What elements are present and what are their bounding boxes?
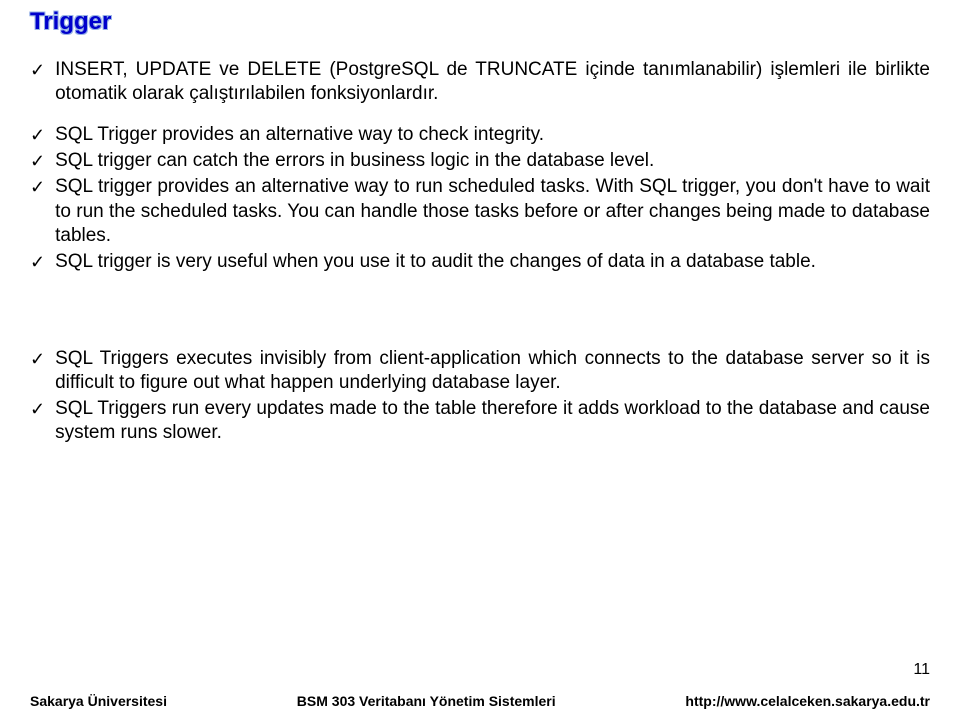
list-item: ✓ SQL Triggers run every updates made to… <box>30 397 930 446</box>
list-item: ✓ SQL Triggers executes invisibly from c… <box>30 347 930 396</box>
list-item: ✓ SQL trigger provides an alternative wa… <box>30 175 930 248</box>
bullet-group-1: ✓ INSERT, UPDATE ve DELETE (PostgreSQL d… <box>30 58 930 107</box>
page-number: 11 <box>913 661 930 679</box>
bullet-text: SQL trigger can catch the errors in busi… <box>55 149 930 173</box>
footer-right: http://www.celalceken.sakarya.edu.tr <box>685 693 930 709</box>
list-item: ✓ SQL trigger can catch the errors in bu… <box>30 149 930 173</box>
list-item: ✓ SQL Trigger provides an alternative wa… <box>30 123 930 147</box>
check-icon: ✓ <box>30 149 55 173</box>
check-icon: ✓ <box>30 123 55 147</box>
bullet-text: SQL Triggers run every updates made to t… <box>55 397 930 446</box>
bullet-group-3: ✓ SQL Triggers executes invisibly from c… <box>30 347 930 446</box>
check-icon: ✓ <box>30 397 55 446</box>
bullet-text: SQL trigger is very useful when you use … <box>55 250 930 274</box>
footer-center: BSM 303 Veritabanı Yönetim Sistemleri <box>297 693 556 709</box>
bullet-group-2: ✓ SQL Trigger provides an alternative wa… <box>30 123 930 275</box>
bullet-text: SQL trigger provides an alternative way … <box>55 175 930 248</box>
footer-left: Sakarya Üniversitesi <box>30 693 167 709</box>
check-icon: ✓ <box>30 175 55 248</box>
bullet-text: SQL Triggers executes invisibly from cli… <box>55 347 930 396</box>
footer: Sakarya Üniversitesi BSM 303 Veritabanı … <box>0 693 960 709</box>
check-icon: ✓ <box>30 250 55 274</box>
slide-content: ✓ INSERT, UPDATE ve DELETE (PostgreSQL d… <box>30 58 930 446</box>
slide-title: Trigger <box>30 8 930 36</box>
slide-page: Trigger ✓ INSERT, UPDATE ve DELETE (Post… <box>0 0 960 717</box>
list-item: ✓ SQL trigger is very useful when you us… <box>30 250 930 274</box>
check-icon: ✓ <box>30 58 55 107</box>
list-item: ✓ INSERT, UPDATE ve DELETE (PostgreSQL d… <box>30 58 930 107</box>
check-icon: ✓ <box>30 347 55 396</box>
bullet-text: INSERT, UPDATE ve DELETE (PostgreSQL de … <box>55 58 930 107</box>
bullet-text: SQL Trigger provides an alternative way … <box>55 123 930 147</box>
